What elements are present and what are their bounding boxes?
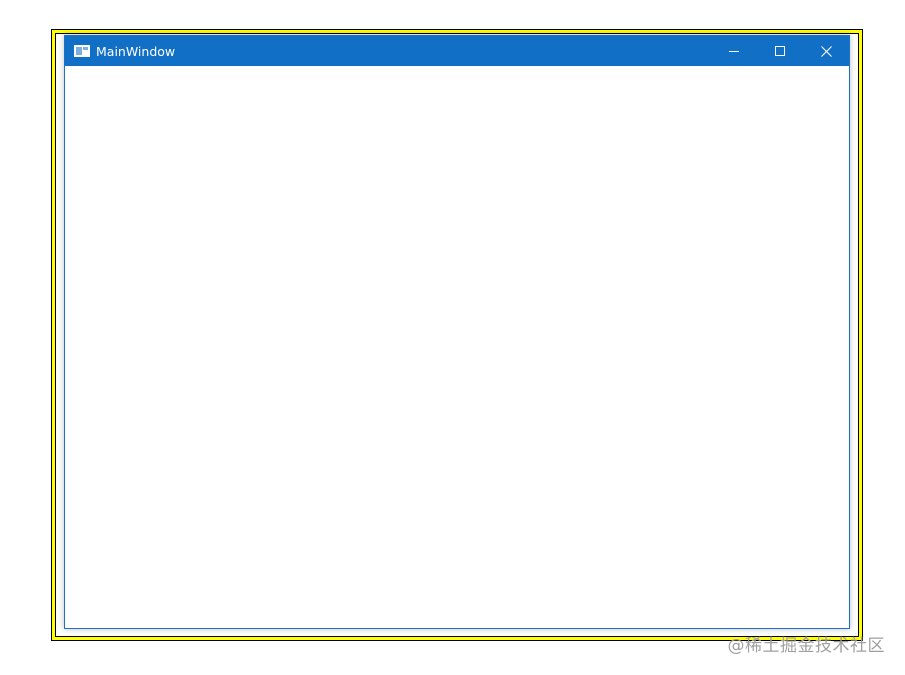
app-window-icon[interactable] (74, 45, 90, 57)
title-bar[interactable]: MainWindow (65, 36, 849, 66)
minimize-icon (729, 51, 739, 52)
window-client-area[interactable] (65, 66, 849, 628)
maximize-button[interactable] (757, 36, 803, 66)
caption-buttons (711, 36, 849, 66)
minimize-button[interactable] (711, 36, 757, 66)
close-button[interactable] (803, 36, 849, 66)
maximize-icon (775, 46, 785, 56)
watermark-text: @稀土掘金技术社区 (727, 636, 885, 656)
main-window: MainWindow (64, 35, 850, 629)
close-icon (820, 45, 832, 57)
window-title: MainWindow (96, 43, 176, 59)
